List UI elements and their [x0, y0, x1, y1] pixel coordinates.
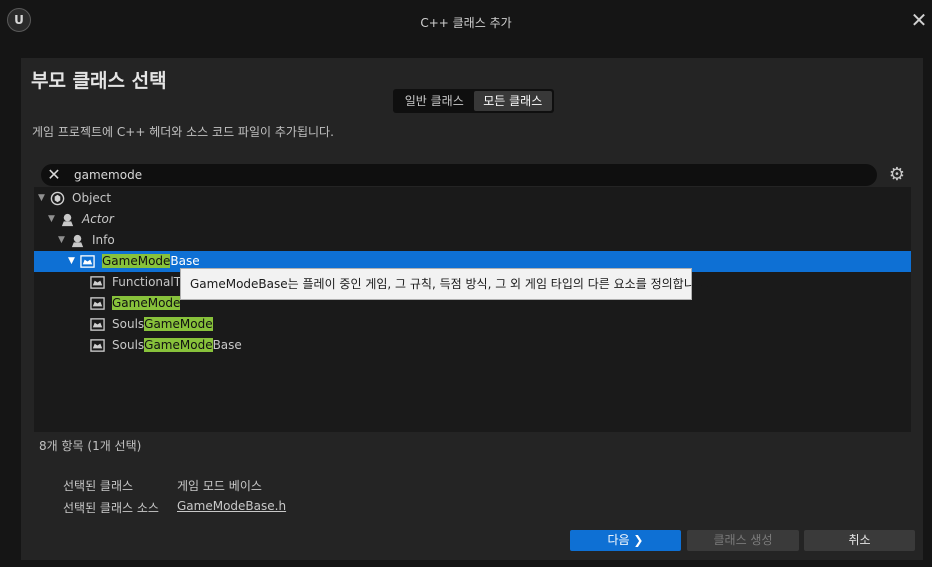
class-tree: ▼ Object ▼ Actor ▼ Info ▼ GameModeBase F… — [34, 187, 911, 432]
tree-item-label: Actor — [82, 212, 114, 226]
chevron-right-icon: ❯ — [633, 533, 644, 547]
tree-item-soulsgamemodebase[interactable]: SoulsGameModeBase — [34, 335, 911, 356]
tree-item-label: SoulsGameModeBase — [112, 338, 242, 352]
search-box: ✕ — [41, 164, 877, 186]
actor-icon — [61, 213, 74, 227]
tree-item-label: Info — [92, 233, 115, 247]
search-input[interactable] — [74, 164, 854, 186]
tree-item-label: SoulsGameMode — [112, 317, 213, 331]
expand-arrow-icon[interactable]: ▼ — [48, 209, 55, 230]
selected-class-value: 게임 모드 베이스 — [177, 479, 262, 493]
next-button-label: 다음 — [607, 533, 630, 547]
actor-icon — [71, 234, 84, 248]
gamepad-icon — [80, 255, 95, 268]
tree-item-label: Object — [72, 191, 112, 205]
create-class-button[interactable]: 클래스 생성 — [687, 530, 799, 551]
item-count: 8개 항목 (1개 선택) — [39, 439, 142, 453]
tree-item-actor[interactable]: ▼ Actor — [34, 209, 911, 230]
close-icon[interactable]: ✕ — [910, 10, 928, 32]
gamepad-icon — [90, 318, 105, 331]
class-tooltip: GameModeBase는 플레이 중인 게임, 그 규칙, 득점 방식, 그 … — [180, 268, 710, 300]
object-icon — [50, 191, 65, 206]
next-button[interactable]: 다음 ❯ — [570, 530, 681, 551]
selected-source-label: 선택된 클래스 소스 — [63, 501, 159, 515]
tab-common-classes[interactable]: 일반 클래스 — [395, 91, 474, 111]
tree-item-info[interactable]: ▼ Info — [34, 230, 911, 251]
expand-arrow-icon[interactable]: ▼ — [58, 230, 65, 251]
page-title: 부모 클래스 선택 — [31, 70, 167, 92]
gamepad-icon — [90, 276, 105, 289]
selected-class-label: 선택된 클래스 — [63, 479, 134, 493]
tree-item-label: FunctionalT — [112, 275, 182, 289]
expand-arrow-icon[interactable]: ▼ — [68, 251, 75, 272]
tree-item-soulsgamemode[interactable]: SoulsGameMode — [34, 314, 911, 335]
cancel-button[interactable]: 취소 — [804, 530, 915, 551]
description-text: 게임 프로젝트에 C++ 헤더와 소스 코드 파일이 추가됩니다. — [32, 125, 334, 139]
class-filter-toggle: 일반 클래스 모든 클래스 — [393, 89, 554, 113]
title-bar: U C++ 클래스 추가 ✕ — [0, 0, 932, 44]
tree-item-label: GameMode — [112, 296, 181, 310]
close-icon[interactable]: ✕ — [45, 164, 63, 186]
selected-source-link[interactable]: GameModeBase.h — [177, 499, 286, 513]
expand-arrow-icon[interactable]: ▼ — [38, 188, 45, 209]
gamepad-icon — [90, 339, 105, 352]
gamepad-icon — [90, 297, 105, 310]
tab-all-classes[interactable]: 모든 클래스 — [473, 91, 552, 111]
gear-icon[interactable]: ⚙ — [888, 164, 906, 186]
window-title: C++ 클래스 추가 — [420, 16, 512, 30]
tree-item-object[interactable]: ▼ Object — [34, 188, 911, 209]
dialog-panel: 부모 클래스 선택 일반 클래스 모든 클래스 게임 프로젝트에 C++ 헤더와… — [21, 58, 923, 560]
